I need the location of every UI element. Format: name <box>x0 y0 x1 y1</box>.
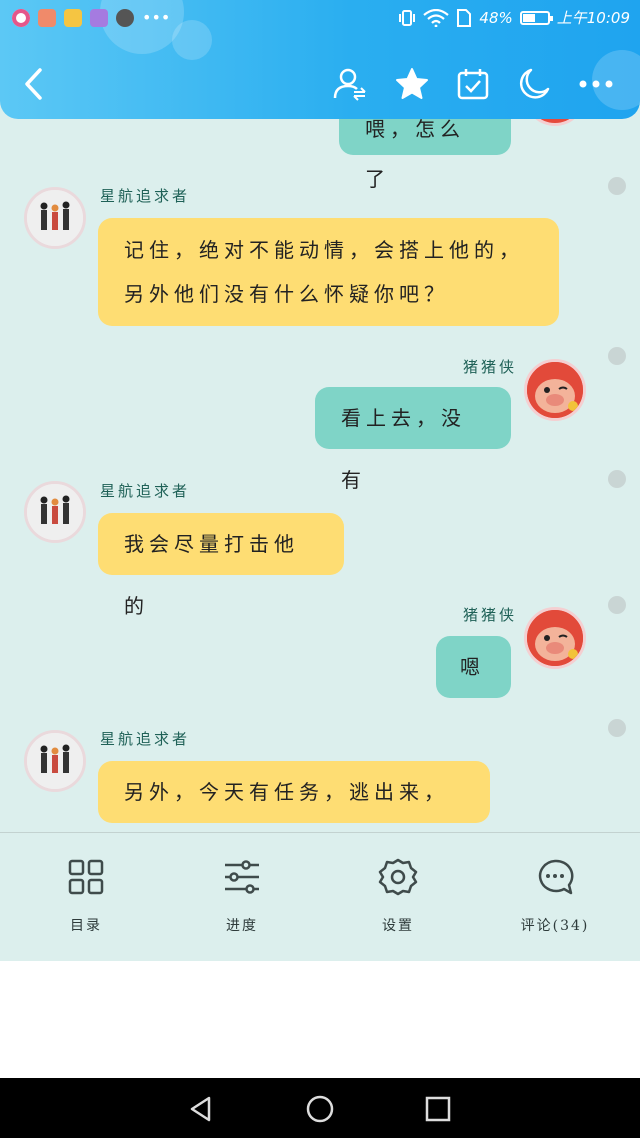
empty-area <box>0 961 640 1078</box>
message-bubble: 看上去，没有 <box>315 387 511 492</box>
nav-label: 评论(34) <box>520 918 590 934</box>
avatar[interactable] <box>524 359 586 421</box>
nav-label: 目录 <box>70 918 102 934</box>
gear-icon <box>378 858 418 896</box>
toolbar <box>0 60 640 110</box>
avatar[interactable] <box>24 187 86 249</box>
more-icon <box>579 80 613 88</box>
sender-name: 星航追求者 <box>100 730 191 748</box>
message-bubble: 记住，绝对不能动情，会搭上他的， 另外他们没有什么怀疑你吧？ <box>98 218 559 326</box>
message-indicator <box>608 347 626 365</box>
more-button[interactable] <box>574 60 618 108</box>
triangle-back-icon <box>190 1096 211 1122</box>
keyboard-notification-icon <box>90 8 108 27</box>
star-icon <box>396 68 428 99</box>
nav-item-settings[interactable]: 设置 <box>348 857 448 947</box>
favorite-button[interactable] <box>390 60 434 108</box>
circle-home-icon <box>306 1095 334 1123</box>
chat-area[interactable]: 喂，怎么了 星航追求者 记住，绝对不能动情，会搭上他的， 另外他们没有什么怀疑你… <box>0 0 640 832</box>
app-header: ••• 48% 上午10:09 <box>0 0 640 119</box>
system-back-button[interactable] <box>184 1092 218 1126</box>
night-mode-button[interactable] <box>512 60 556 108</box>
message-indicator <box>608 596 626 614</box>
gallery-notification-icon <box>64 8 82 27</box>
sender-name: 猪猪侠 <box>463 606 518 624</box>
message-indicator <box>608 470 626 488</box>
message-bubble: 另外，今天有任务，逃出来，走 <box>98 761 490 823</box>
sender-name: 星航追求者 <box>100 482 191 500</box>
battery-icon <box>519 10 553 25</box>
message-line: 另外他们没有什么怀疑你吧？ <box>124 282 449 306</box>
avatar[interactable] <box>24 730 86 792</box>
more-notifications-icon: ••• <box>142 8 171 27</box>
moon-icon <box>519 68 550 99</box>
system-recents-button[interactable] <box>421 1092 455 1126</box>
nav-label: 设置 <box>382 918 414 934</box>
mail-notification-icon <box>38 8 56 27</box>
switch-user-button[interactable] <box>328 60 372 108</box>
app-notification-icon <box>12 8 30 27</box>
nav-item-catalog[interactable]: 目录 <box>36 857 136 947</box>
clock: 上午10:09 <box>556 9 630 27</box>
system-home-button[interactable] <box>303 1092 337 1126</box>
message-bubble: 嗯 <box>436 636 511 698</box>
battery-percent: 48% <box>479 8 513 27</box>
calendar-check-icon <box>457 69 489 100</box>
reader-page: 喂，怎么了 星航追求者 记住，绝对不能动情，会搭上他的， 另外他们没有什么怀疑你… <box>0 0 640 1138</box>
message-bubble: 我会尽量打击他的 <box>98 513 344 618</box>
back-button[interactable] <box>12 60 56 108</box>
notification-icons: ••• <box>12 8 170 27</box>
system-status: 48% 上午10:09 <box>398 7 630 28</box>
comment-icon <box>538 859 574 895</box>
nav-item-progress[interactable]: 进度 <box>192 857 292 947</box>
avatar[interactable] <box>524 607 586 669</box>
nav-label: 进度 <box>226 918 258 934</box>
avatar[interactable] <box>24 481 86 543</box>
bottom-nav: 目录 进度 设置 评论(34) <box>0 832 640 961</box>
status-bar: ••• 48% 上午10:09 <box>0 0 640 36</box>
system-nav-bar <box>0 1078 640 1138</box>
user-switch-icon <box>333 68 366 101</box>
sender-name: 星航追求者 <box>100 187 191 205</box>
sliders-icon <box>225 860 259 894</box>
message-line: 记住，绝对不能动情，会搭上他的， <box>124 238 524 262</box>
checkin-button[interactable] <box>451 60 495 108</box>
sim-icon <box>457 8 472 27</box>
chat-notification-icon <box>116 8 134 27</box>
message-indicator <box>608 719 626 737</box>
back-icon <box>25 68 42 100</box>
vibrate-icon <box>399 9 416 26</box>
nav-item-comments[interactable]: 评论(34) <box>505 857 605 947</box>
message-indicator <box>608 177 626 195</box>
wifi-icon <box>423 8 450 27</box>
square-recents-icon <box>425 1096 451 1122</box>
grid-icon <box>68 859 104 895</box>
sender-name: 猪猪侠 <box>463 358 518 376</box>
